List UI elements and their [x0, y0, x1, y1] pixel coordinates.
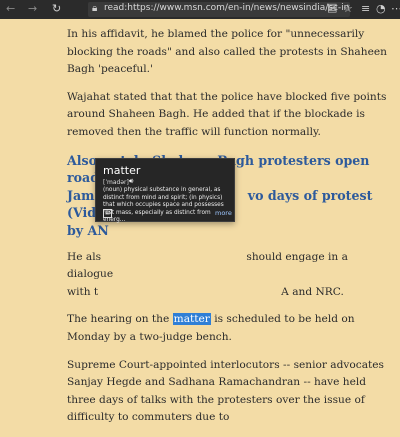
favorite-star-icon[interactable]: ☆: [343, 2, 353, 16]
paragraph-blockade: Wajahat stated that that the police have…: [67, 90, 387, 138]
more-menu-icon[interactable]: ⋯: [391, 2, 400, 16]
dictionary-word: matter: [103, 164, 141, 177]
url-text[interactable]: read:https://www.msn.com/en-in/news/news…: [104, 3, 350, 13]
more-link[interactable]: more: [215, 209, 232, 217]
reading-view-icon[interactable]: ▤: [327, 1, 337, 15]
paragraph-hearing: The hearing on the matter is scheduled t…: [67, 313, 355, 343]
definition-text: (noun) physical substance in general, as…: [103, 187, 224, 224]
dictionary-icon: ▤: [103, 209, 112, 218]
browser-toolbar: ← → ↻ 🔒︎ read:https://www.msn.com/en-in/…: [0, 0, 400, 19]
paragraph-affidavit: In his affidavit, he blamed the police f…: [67, 28, 387, 76]
profile-icon[interactable]: ◔: [376, 2, 386, 16]
address-bar[interactable]: 🔒︎ read:https://www.msn.com/en-in/news/n…: [88, 2, 350, 17]
favorites-bar-icon[interactable]: ≡: [361, 2, 370, 16]
selected-word[interactable]: matter: [172, 313, 211, 326]
lock-icon: 🔒︎: [92, 3, 98, 14]
pronunciation: [ˈmadər]: [103, 179, 129, 186]
dictionary-popup: matter [ˈmadər] 🔊︎ (noun) physical subst…: [95, 158, 235, 224]
paragraph-dialogue: He als should engage in a dialogue with t…: [67, 250, 348, 298]
speaker-icon[interactable]: 🔊︎: [129, 177, 133, 186]
reading-view-article: In his affidavit, he blamed the police f…: [67, 26, 387, 437]
back-icon[interactable]: ←: [6, 2, 15, 16]
paragraph-interlocutors: Supreme Court-appointed interlocutors --…: [67, 358, 384, 424]
refresh-icon[interactable]: ↻: [52, 2, 61, 16]
forward-icon[interactable]: →: [28, 2, 37, 16]
